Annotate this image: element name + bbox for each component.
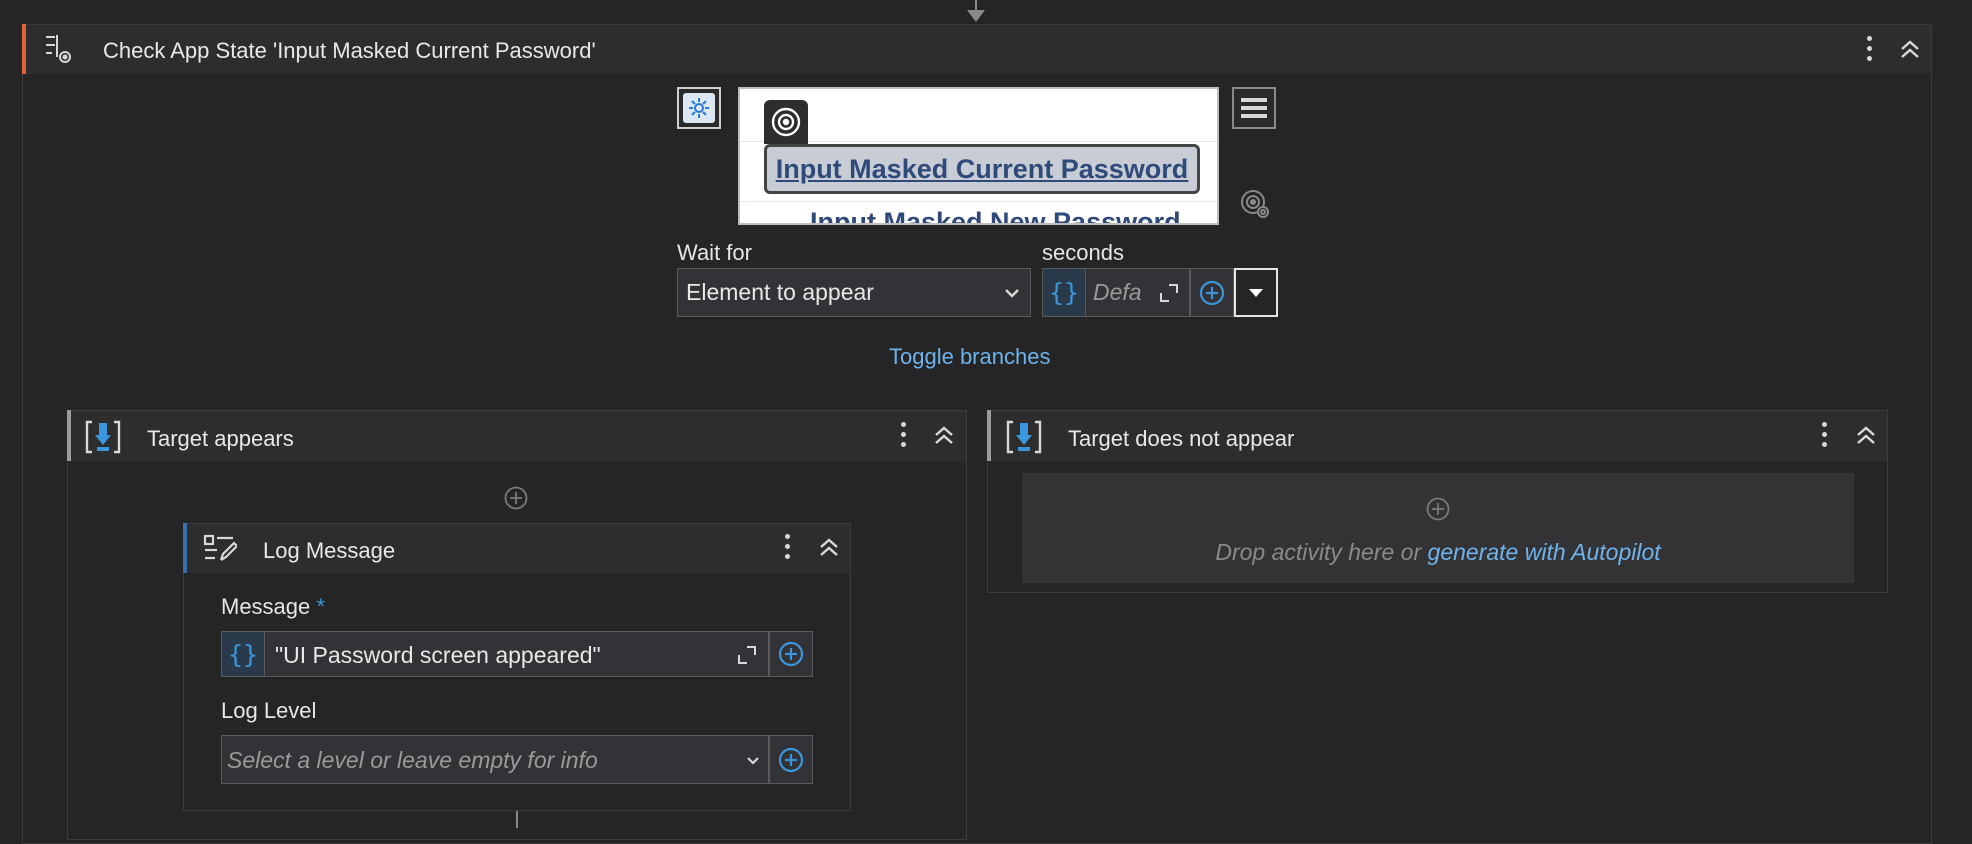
wait-for-value: Element to appear xyxy=(686,279,874,305)
branch-more-options-icon[interactable] xyxy=(1821,422,1827,448)
target-partial-text: Input Masked New Password xyxy=(810,207,1181,225)
flow-connector-arrow xyxy=(967,0,985,24)
check-app-state-icon xyxy=(44,33,76,65)
chevron-down-icon xyxy=(747,757,759,765)
seconds-label: seconds xyxy=(1042,240,1124,265)
hamburger-menu-icon xyxy=(1241,98,1267,118)
message-add-variable-button[interactable] xyxy=(769,631,813,677)
seconds-add-variable-button[interactable] xyxy=(1190,268,1234,317)
log-level-placeholder: Select a level or leave empty for info xyxy=(227,747,598,773)
log-message-collapse-icon[interactable] xyxy=(818,536,840,558)
required-mark: * xyxy=(316,594,325,619)
log-message-title: Log Message xyxy=(263,538,396,563)
message-label: Message * xyxy=(221,594,325,619)
branch-collapse-icon[interactable] xyxy=(933,424,955,446)
seconds-input[interactable]: {} Defa xyxy=(1042,268,1190,317)
seconds-dropdown-button[interactable] xyxy=(1234,268,1278,317)
plus-circle-icon xyxy=(1199,280,1225,305)
branch-more-options-icon[interactable] xyxy=(900,422,906,448)
wait-for-dropdown[interactable]: Element to appear xyxy=(677,268,1031,317)
expression-braces-icon: {} xyxy=(1043,269,1086,316)
branch-accent-bar xyxy=(987,410,991,461)
expand-editor-icon[interactable] xyxy=(1159,283,1179,303)
toggle-branches-link[interactable]: Toggle branches xyxy=(889,344,1050,370)
add-activity-icon[interactable] xyxy=(1426,497,1450,521)
log-level-dropdown[interactable]: Select a level or leave empty for info xyxy=(221,735,769,784)
branch-collapse-icon[interactable] xyxy=(1855,424,1877,446)
drop-zone[interactable]: Drop activity here or generate with Auto… xyxy=(1022,473,1854,583)
target-badge-icon xyxy=(764,100,808,144)
seconds-placeholder: Defa xyxy=(1093,279,1142,305)
log-level-add-variable-button[interactable] xyxy=(769,735,813,784)
plus-circle-icon xyxy=(778,641,804,667)
wait-for-label: Wait for xyxy=(677,240,752,265)
caret-down-icon xyxy=(1249,288,1263,297)
add-activity-icon[interactable] xyxy=(504,486,528,510)
log-message-more-options-icon[interactable] xyxy=(784,534,790,560)
log-level-label: Log Level xyxy=(221,698,317,723)
expand-editor-icon[interactable] xyxy=(737,645,757,665)
branch-icon xyxy=(84,419,122,455)
chevron-down-icon xyxy=(1005,289,1019,298)
activity-accent-bar xyxy=(22,24,26,74)
flow-connector-line xyxy=(516,811,518,828)
log-message-icon xyxy=(203,533,239,563)
expression-braces-icon: {} xyxy=(222,632,265,676)
activity-title: Check App State 'Input Masked Current Pa… xyxy=(103,38,596,63)
log-message-accent-bar xyxy=(183,523,187,573)
collapse-icon[interactable] xyxy=(1899,38,1921,60)
target-screenshot[interactable]: Input Masked Current Password Input Mask… xyxy=(738,87,1219,225)
target-app-icon xyxy=(683,93,715,123)
plus-circle-icon xyxy=(778,747,804,772)
branch-target-not-appears-title: Target does not appear xyxy=(1068,426,1295,451)
branch-accent-bar xyxy=(67,410,71,461)
indicate-target-button[interactable] xyxy=(677,87,721,129)
drop-hint-text: Drop activity here or xyxy=(1215,539,1428,565)
target-options-icon[interactable] xyxy=(1239,188,1271,220)
target-highlight: Input Masked Current Password xyxy=(764,144,1200,194)
message-value: "UI Password screen appeared" xyxy=(275,642,601,668)
message-input[interactable]: {} "UI Password screen appeared" xyxy=(221,631,769,677)
activity-more-options-icon[interactable] xyxy=(1866,36,1872,62)
generate-with-autopilot-link[interactable]: generate with Autopilot xyxy=(1428,539,1661,565)
target-menu-button[interactable] xyxy=(1232,87,1276,129)
target-highlighted-text: Input Masked Current Password xyxy=(775,153,1189,184)
branch-icon xyxy=(1005,419,1043,455)
branch-target-appears-title: Target appears xyxy=(147,426,294,451)
